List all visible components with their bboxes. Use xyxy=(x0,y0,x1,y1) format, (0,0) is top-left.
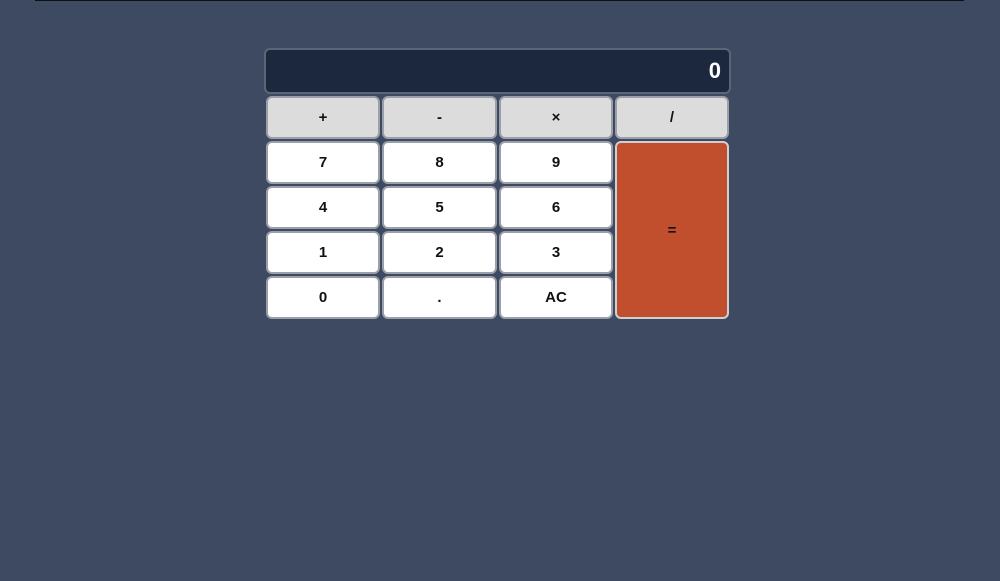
digit-4-button[interactable]: 4 xyxy=(266,186,380,229)
digit-7-button[interactable]: 7 xyxy=(266,141,380,184)
decimal-button[interactable]: . xyxy=(382,276,497,319)
digit-2-button[interactable]: 2 xyxy=(382,231,497,274)
digit-5-button[interactable]: 5 xyxy=(382,186,497,229)
divide-button[interactable]: / xyxy=(615,96,729,139)
digit-9-button[interactable]: 9 xyxy=(499,141,613,184)
add-button[interactable]: + xyxy=(266,96,380,139)
digit-6-button[interactable]: 6 xyxy=(499,186,613,229)
multiply-button[interactable]: × xyxy=(499,96,613,139)
top-divider xyxy=(35,0,964,1)
digit-8-button[interactable]: 8 xyxy=(382,141,497,184)
equals-button[interactable]: = xyxy=(615,141,729,319)
calculator-display: 0 xyxy=(264,48,731,94)
digit-0-button[interactable]: 0 xyxy=(266,276,380,319)
subtract-button[interactable]: - xyxy=(382,96,497,139)
digit-3-button[interactable]: 3 xyxy=(499,231,613,274)
clear-button[interactable]: AC xyxy=(499,276,613,319)
digit-1-button[interactable]: 1 xyxy=(266,231,380,274)
